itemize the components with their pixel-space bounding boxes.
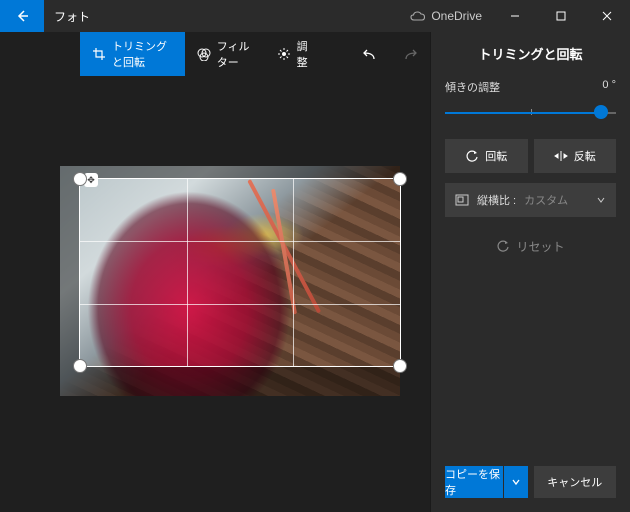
minimize-button[interactable] <box>492 0 538 32</box>
cloud-icon <box>410 11 426 21</box>
rotate-button[interactable]: 回転 <box>445 139 528 173</box>
slider-thumb[interactable] <box>594 105 608 119</box>
title-bar: フォト OneDrive <box>0 0 630 32</box>
tab-crop-rotate-label: トリミングと回転 <box>112 38 173 70</box>
photo-crop-frame[interactable]: ✥ <box>60 166 400 396</box>
edit-toolbar: トリミングと回転 フィルター 調整 <box>0 32 430 76</box>
sidebar-title: トリミングと回転 <box>431 32 630 73</box>
cancel-button[interactable]: キャンセル <box>534 466 617 498</box>
chevron-down-icon <box>596 195 606 205</box>
crop-handle-br[interactable] <box>393 359 407 373</box>
flip-button[interactable]: 反転 <box>534 139 617 173</box>
aspect-ratio-dropdown[interactable]: 縦横比 : カスタム <box>445 183 616 217</box>
chevron-down-icon <box>512 478 520 486</box>
onedrive-indicator[interactable]: OneDrive <box>400 0 492 32</box>
crop-handle-tl[interactable] <box>73 172 87 186</box>
undo-icon <box>362 47 378 61</box>
tab-crop-rotate[interactable]: トリミングと回転 <box>80 32 185 76</box>
crop-icon <box>92 47 106 61</box>
tilt-label: 傾きの調整 <box>445 79 500 95</box>
sidebar: トリミングと回転 傾きの調整 0 ° 回転 反転 <box>430 32 630 512</box>
save-copy-button[interactable]: コピーを保存 <box>445 466 503 498</box>
tilt-slider[interactable] <box>445 101 616 123</box>
crop-handle-bl[interactable] <box>73 359 87 373</box>
undo-button[interactable] <box>350 32 390 76</box>
adjust-icon <box>277 47 291 61</box>
flip-icon <box>554 149 568 163</box>
reset-button[interactable]: リセット <box>445 229 616 263</box>
save-dropdown-button[interactable] <box>504 466 528 498</box>
maximize-button[interactable] <box>538 0 584 32</box>
tab-filter-label: フィルター <box>217 38 253 70</box>
window-title: フォト <box>44 0 400 32</box>
crop-handle-tr[interactable] <box>393 172 407 186</box>
redo-button[interactable] <box>390 32 430 76</box>
reset-icon <box>496 239 510 253</box>
close-button[interactable] <box>584 0 630 32</box>
redo-icon <box>402 47 418 61</box>
tab-adjust-label: 調整 <box>297 38 308 70</box>
rotate-icon <box>465 149 479 163</box>
sidebar-footer: コピーを保存 キャンセル <box>431 456 630 512</box>
aspect-icon <box>455 194 469 206</box>
back-button[interactable] <box>0 0 44 32</box>
filter-icon <box>197 47 211 61</box>
tilt-value: 0 ° <box>602 79 616 95</box>
tab-filter[interactable]: フィルター <box>185 32 265 76</box>
tab-adjust[interactable]: 調整 <box>265 32 320 76</box>
crop-region[interactable]: ✥ <box>80 179 400 366</box>
canvas-area[interactable]: ✥ <box>0 76 430 512</box>
editor-main: トリミングと回転 フィルター 調整 <box>0 32 430 512</box>
